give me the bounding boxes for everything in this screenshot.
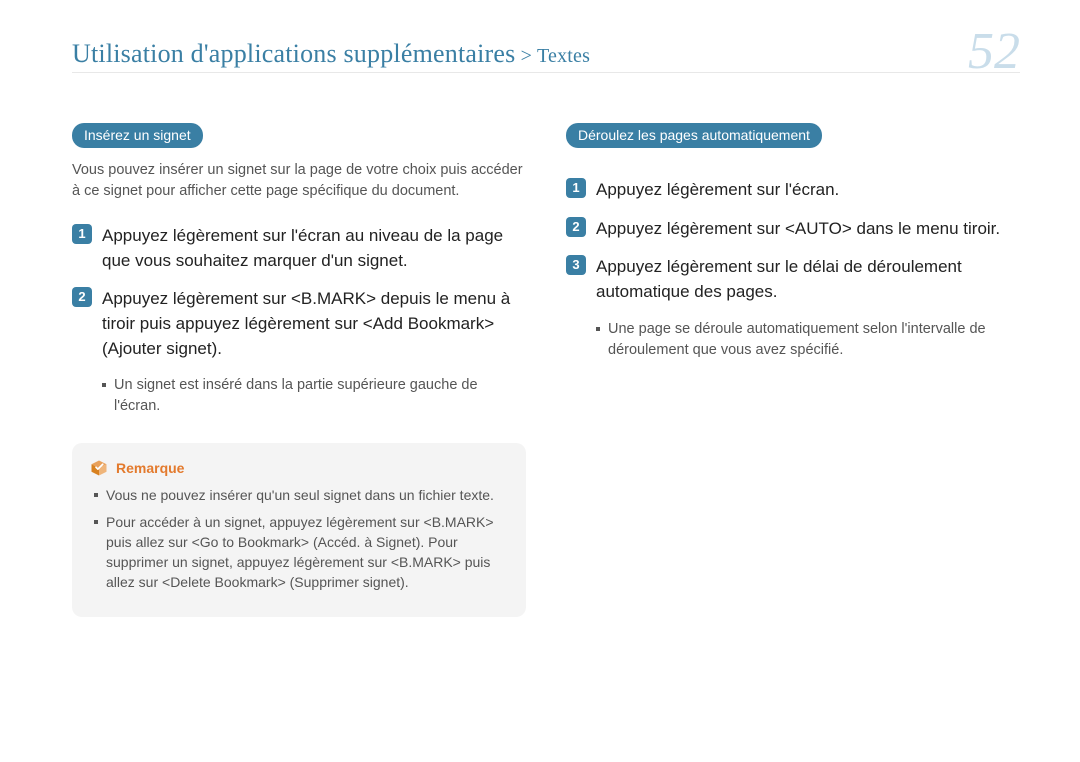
- bullet-icon: [102, 383, 106, 387]
- section-intro: Vous pouvez insérer un signet sur la pag…: [72, 160, 526, 202]
- step-number-badge: 2: [72, 287, 92, 307]
- remark-label: Remarque: [116, 460, 184, 476]
- step-text: Appuyez légèrement sur <AUTO> dans le me…: [596, 217, 1000, 242]
- step-item: 1 Appuyez légèrement sur l'écran.: [566, 178, 1020, 203]
- step-text: Appuyez légèrement sur le délai de dérou…: [596, 255, 1020, 304]
- step-item: 3 Appuyez légèrement sur le délai de dér…: [566, 255, 1020, 304]
- step-text: Appuyez légèrement sur <B.MARK> depuis l…: [102, 287, 526, 361]
- remark-list: Vous ne pouvez insérer qu'un seul signet…: [90, 485, 508, 592]
- remark-item: Vous ne pouvez insérer qu'un seul signet…: [94, 485, 508, 505]
- bullet-icon: [94, 520, 98, 524]
- step-note-text: Un signet est inséré dans la partie supé…: [114, 375, 526, 417]
- remark-header: Remarque: [90, 459, 508, 477]
- step-number-badge: 1: [72, 224, 92, 244]
- section-pill-bookmark: Insérez un signet: [72, 123, 203, 148]
- remark-box: Remarque Vous ne pouvez insérer qu'un se…: [72, 443, 526, 616]
- remark-item-text: Pour accéder à un signet, appuyez légère…: [106, 512, 508, 593]
- left-column: Insérez un signet Vous pouvez insérer un…: [72, 123, 526, 617]
- section-pill-autoscroll: Déroulez les pages automatiquement: [566, 123, 822, 148]
- step-number-badge: 2: [566, 217, 586, 237]
- breadcrumb-sub: Textes: [537, 45, 590, 67]
- step-note: Un signet est inséré dans la partie supé…: [102, 375, 526, 417]
- step-note-text: Une page se déroule automatiquement selo…: [608, 319, 1020, 361]
- content-columns: Insérez un signet Vous pouvez insérer un…: [72, 123, 1020, 617]
- page-number: 52: [968, 26, 1020, 78]
- step-text: Appuyez légèrement sur l'écran.: [596, 178, 839, 203]
- header: Utilisation d'applications supplémentair…: [72, 20, 1020, 73]
- step-number-badge: 3: [566, 255, 586, 275]
- breadcrumb: Utilisation d'applications supplémentair…: [72, 39, 590, 69]
- breadcrumb-main: Utilisation d'applications supplémentair…: [72, 39, 515, 68]
- step-item: 2 Appuyez légèrement sur <B.MARK> depuis…: [72, 287, 526, 361]
- bullet-icon: [94, 493, 98, 497]
- breadcrumb-sep: >: [515, 45, 537, 67]
- right-column: Déroulez les pages automatiquement 1 App…: [566, 123, 1020, 617]
- cube-check-icon: [90, 459, 108, 477]
- step-item: 1 Appuyez légèrement sur l'écran au nive…: [72, 224, 526, 273]
- remark-item: Pour accéder à un signet, appuyez légère…: [94, 512, 508, 593]
- remark-item-text: Vous ne pouvez insérer qu'un seul signet…: [106, 485, 494, 505]
- step-number-badge: 1: [566, 178, 586, 198]
- step-text: Appuyez légèrement sur l'écran au niveau…: [102, 224, 526, 273]
- step-note: Une page se déroule automatiquement selo…: [596, 319, 1020, 361]
- bullet-icon: [596, 327, 600, 331]
- step-item: 2 Appuyez légèrement sur <AUTO> dans le …: [566, 217, 1020, 242]
